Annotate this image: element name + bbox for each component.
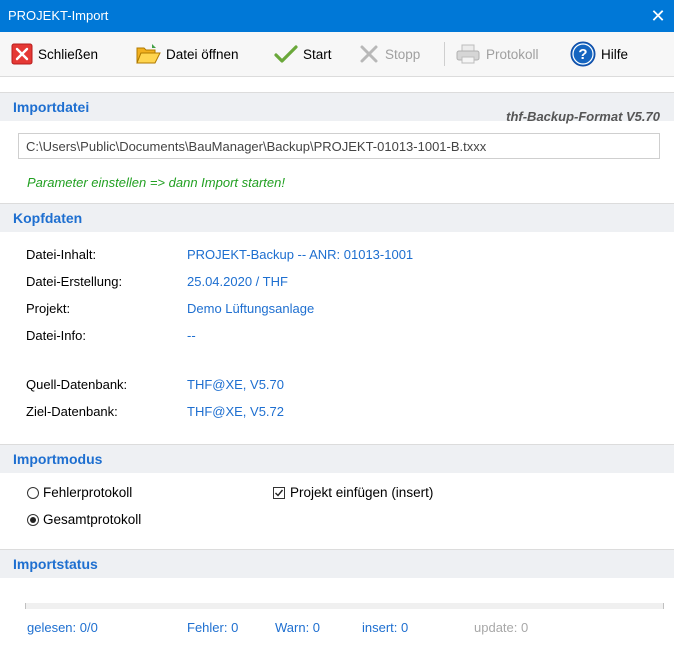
close-icon[interactable]: ✕: [642, 0, 674, 32]
status-read: gelesen: 0/0: [27, 620, 98, 635]
label-ziel-datenbank: Ziel-Datenbank:: [26, 404, 118, 419]
printer-icon: [456, 44, 480, 64]
checkbox-projekt-einfuegen[interactable]: Projekt einfügen (insert): [273, 485, 433, 500]
value-quell-datenbank: THF@XE, V5.70: [187, 377, 285, 392]
status-updates: update: 0: [474, 620, 529, 635]
svg-text:?: ?: [578, 46, 587, 63]
value-datei-info: --: [187, 328, 196, 343]
label-quell-datenbank: Quell-Datenbank:: [26, 377, 128, 392]
radio-circle-selected: [27, 513, 39, 526]
section-importstatus-heading: Importstatus: [13, 556, 98, 572]
value-projekt: Demo Lüftungsanlage: [187, 301, 315, 316]
help-label: Hilfe: [601, 46, 629, 62]
section-kopfdaten-heading: Kopfdaten: [13, 210, 83, 226]
import-window: PROJEKT-Import ✕ Schließen Datei öffnen …: [0, 0, 674, 646]
start-button[interactable]: Start: [274, 42, 332, 66]
value-datei-erstellung: 25.04.2020 / THF: [187, 274, 288, 289]
radio-fehlerprotokoll[interactable]: Fehlerprotokoll: [27, 485, 132, 500]
value-datei-inhalt: PROJEKT-Backup -- ANR: 01013-1001: [187, 247, 414, 262]
checkbox-projekt-einfuegen-label: Projekt einfügen (insert): [290, 485, 434, 500]
folder-open-icon: [136, 44, 161, 64]
label-projekt: Projekt:: [26, 301, 71, 316]
file-path-field[interactable]: C:\Users\Public\Documents\BauManager\Bac…: [18, 133, 660, 159]
section-importstatus: Importstatus: [0, 549, 674, 578]
radio-circle: [27, 486, 39, 499]
stop-button[interactable]: Stopp: [358, 42, 420, 66]
label-datei-erstellung: Datei-Erstellung:: [26, 274, 123, 289]
log-button[interactable]: Protokoll: [455, 42, 539, 66]
radio-gesamtprotokoll[interactable]: Gesamtprotokoll: [27, 512, 141, 527]
section-importdatei-heading: Importdatei: [13, 99, 90, 115]
status-errors: Fehler: 0: [187, 620, 239, 635]
section-importmodus: Importmodus: [0, 444, 674, 473]
close-button[interactable]: Schließen: [11, 42, 98, 66]
label-datei-info: Datei-Info:: [26, 328, 86, 343]
file-format: thf-Backup-Format V5.70: [506, 109, 660, 124]
import-progress-bar: [25, 603, 664, 609]
hint-text: Parameter einstellen => dann Import star…: [27, 175, 285, 190]
stop-x-icon: [360, 45, 378, 63]
value-ziel-datenbank: THF@XE, V5.72: [187, 404, 285, 419]
log-label: Protokoll: [486, 46, 539, 62]
toolbar-separator: [444, 42, 445, 66]
stop-label: Stopp: [385, 46, 421, 62]
help-question-icon: ?: [570, 41, 596, 67]
status-warnings: Warn: 0: [275, 620, 321, 635]
section-kopfdaten: Kopfdaten: [0, 203, 674, 232]
open-file-button[interactable]: Datei öffnen: [135, 42, 239, 66]
label-datei-inhalt: Datei-Inhalt:: [26, 247, 97, 262]
window-title: PROJEKT-Import: [8, 8, 109, 23]
close-red-icon: [11, 43, 33, 65]
checkbox-box: [273, 486, 285, 499]
open-file-label: Datei öffnen: [166, 46, 239, 62]
section-importmodus-heading: Importmodus: [13, 451, 103, 467]
close-button-label: Schließen: [38, 46, 99, 62]
status-inserts: insert: 0: [362, 620, 409, 635]
checkmark-icon: [275, 489, 284, 497]
help-button[interactable]: ? Hilfe: [570, 41, 629, 67]
title-bar[interactable]: PROJEKT-Import ✕: [0, 0, 674, 32]
checkmark-icon: [274, 45, 298, 63]
radio-fehlerprotokoll-label: Fehlerprotokoll: [43, 485, 133, 500]
toolbar: Schließen Datei öffnen Start Stopp Proto…: [0, 32, 674, 77]
radio-gesamtprotokoll-label: Gesamtprotokoll: [43, 512, 142, 527]
start-label: Start: [303, 46, 332, 62]
